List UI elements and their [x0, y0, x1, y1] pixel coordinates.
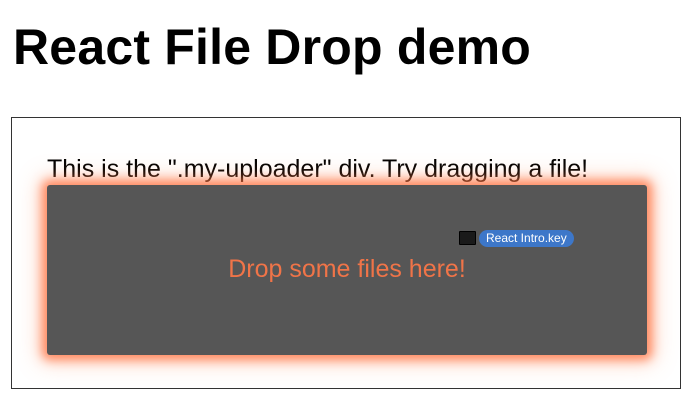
uploader-container: This is the ".my-uploader" div. Try drag… [11, 117, 681, 389]
keynote-file-icon [459, 231, 476, 245]
dragged-file[interactable]: React Intro.key [459, 229, 574, 247]
dragged-file-name: React Intro.key [479, 229, 574, 247]
page-title: React File Drop demo [13, 19, 531, 75]
drop-message: Drop some files here! [228, 255, 466, 283]
uploader-caption: This is the ".my-uploader" div. Try drag… [47, 155, 589, 183]
file-drop-zone[interactable]: Drop some files here! React Intro.key [47, 185, 647, 355]
